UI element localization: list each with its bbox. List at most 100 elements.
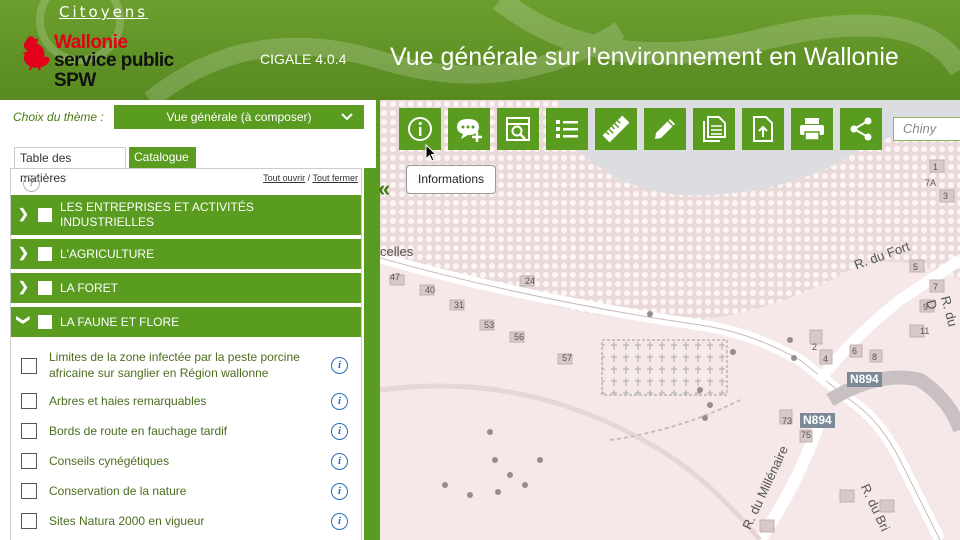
category-agriculture[interactable]: ❯ L'AGRICULTURE <box>11 239 361 269</box>
mouse-cursor-icon <box>425 144 438 162</box>
layer-item[interactable]: Limites de la zone infectée par la peste… <box>11 349 361 385</box>
print-icon <box>800 118 824 141</box>
info-icon[interactable]: i <box>331 513 348 530</box>
tab-catalogue[interactable]: Catalogue <box>129 147 196 169</box>
spw-logo[interactable]: Wallonie service public SPW <box>16 33 206 93</box>
layer-checkbox[interactable] <box>21 393 37 409</box>
category-checkbox[interactable] <box>38 315 52 329</box>
location-search-input[interactable]: Chiny <box>893 117 960 141</box>
layer-item[interactable]: Conservation de la nature i <box>11 483 361 513</box>
layer-item[interactable]: Sites Natura 2000 en vigueur i <box>11 513 361 540</box>
layer-label: Sites Natura 2000 en vigueur <box>49 514 205 528</box>
share-icon <box>850 117 872 141</box>
layer-checkbox[interactable] <box>21 513 37 529</box>
chevron-right-icon: ❯ <box>18 245 29 260</box>
search-doc-icon <box>506 117 530 141</box>
rooster-icon <box>22 36 50 71</box>
category-entreprises[interactable]: ❯ LES ENTREPRISES ET ACTIVITÉS INDUSTRIE… <box>11 195 361 235</box>
info-icon[interactable]: i <box>331 423 348 440</box>
road-n894-label: N894 <box>847 372 882 387</box>
print-button[interactable] <box>791 108 833 150</box>
search-doc-button[interactable] <box>497 108 539 150</box>
house-number: 47 <box>390 272 401 282</box>
draw-button[interactable] <box>644 108 686 150</box>
house-number: 9 <box>923 302 929 312</box>
house-number: 2 <box>812 342 818 352</box>
pencil-icon <box>655 119 675 139</box>
category-foret[interactable]: ❯ LA FORET <box>11 273 361 303</box>
house-number: 24 <box>525 276 536 286</box>
category-faune-flore[interactable]: ❯ LA FAUNE ET FLORE <box>11 307 361 337</box>
chevron-down-icon: ❯ <box>16 314 32 326</box>
ruler-icon <box>602 115 630 143</box>
comment-add-icon <box>457 119 482 142</box>
layer-list-button[interactable] <box>546 108 588 150</box>
layer-label: Limites de la zone infectée par la peste… <box>49 350 300 380</box>
info-icon <box>408 117 432 141</box>
house-number: 8 <box>872 352 878 362</box>
informations-tooltip: Informations <box>406 165 496 194</box>
info-icon[interactable]: i <box>331 357 348 374</box>
copy-button[interactable] <box>693 108 735 150</box>
citoyens-link[interactable]: Citoyens <box>59 3 148 21</box>
layer-label: Arbres et haies remarquables <box>49 394 207 408</box>
layer-label: Conservation de la nature <box>49 484 187 498</box>
header: Citoyens Wallonie service public SPW CIG… <box>0 0 960 100</box>
info-icon[interactable]: i <box>331 483 348 500</box>
upload-icon <box>753 116 773 142</box>
layer-item[interactable]: Bords de route en fauchage tardif i <box>11 423 361 453</box>
house-number: 75 <box>801 430 812 440</box>
layer-item[interactable]: Arbres et haies remarquables i <box>11 393 361 423</box>
layer-checkbox[interactable] <box>21 423 37 439</box>
chevron-right-icon: ❯ <box>18 279 29 294</box>
theme-select-value: Vue générale (à composer) <box>166 110 312 124</box>
measure-button[interactable] <box>595 108 637 150</box>
category-checkbox[interactable] <box>38 281 52 295</box>
list-icon <box>556 120 578 138</box>
house-number: 1 <box>933 162 939 172</box>
chevron-right-icon: ❯ <box>18 206 29 221</box>
layer-checkbox[interactable] <box>21 358 37 374</box>
house-number: 40 <box>425 285 436 295</box>
layer-item[interactable]: Conseils cynégétiques i <box>11 453 361 483</box>
category-checkbox[interactable] <box>38 247 52 261</box>
category-checkbox[interactable] <box>38 208 52 222</box>
layer-checkbox[interactable] <box>21 453 37 469</box>
house-number: 6 <box>852 346 858 356</box>
collapse-panel-icon[interactable]: « <box>378 178 390 200</box>
app-version: CIGALE 4.0.4 <box>260 51 347 67</box>
map-label-celles: celles <box>380 244 414 259</box>
house-number: 5 <box>913 262 919 272</box>
layer-checkbox[interactable] <box>21 483 37 499</box>
category-label: LA FAUNE ET FLORE <box>60 315 180 329</box>
logo-spw: SPW <box>54 70 96 91</box>
theme-label: Choix du thème : <box>13 110 104 124</box>
house-number: 31 <box>454 300 465 310</box>
help-icon[interactable]: ? <box>23 175 40 192</box>
comment-add-button[interactable] <box>448 108 490 150</box>
theme-select[interactable]: Vue générale (à composer) <box>114 105 364 129</box>
open-all-link[interactable]: Tout ouvrir <box>263 173 305 183</box>
toc-container: ? Tout ouvrir / Tout fermer ❯ LES ENTREP… <box>10 168 362 540</box>
chevron-down-icon <box>341 113 353 121</box>
left-panel: Choix du thème : Vue générale (à compose… <box>0 100 376 540</box>
house-number: 7A <box>925 178 937 188</box>
house-number: 4 <box>823 354 829 364</box>
category-label: L'AGRICULTURE <box>60 247 155 261</box>
house-number: 57 <box>562 353 573 363</box>
house-number: 7 <box>933 282 939 292</box>
house-number: 3 <box>943 191 949 201</box>
category-label: LA FORET <box>60 281 119 295</box>
upload-button[interactable] <box>742 108 784 150</box>
layer-label: Bords de route en fauchage tardif <box>49 424 228 438</box>
info-icon[interactable]: i <box>331 393 348 410</box>
logo-service-public: service public <box>54 50 174 71</box>
tab-table-of-contents[interactable]: Table des matières <box>14 147 126 185</box>
layer-label: Conseils cynégétiques <box>49 454 170 468</box>
close-all-link[interactable]: Tout fermer <box>312 173 358 183</box>
house-number: 73 <box>782 416 793 426</box>
open-close-links: Tout ouvrir / Tout fermer <box>263 173 358 183</box>
info-icon[interactable]: i <box>331 453 348 470</box>
share-button[interactable] <box>840 108 882 150</box>
page-title: Vue générale sur l'environnement en Wall… <box>390 43 899 71</box>
